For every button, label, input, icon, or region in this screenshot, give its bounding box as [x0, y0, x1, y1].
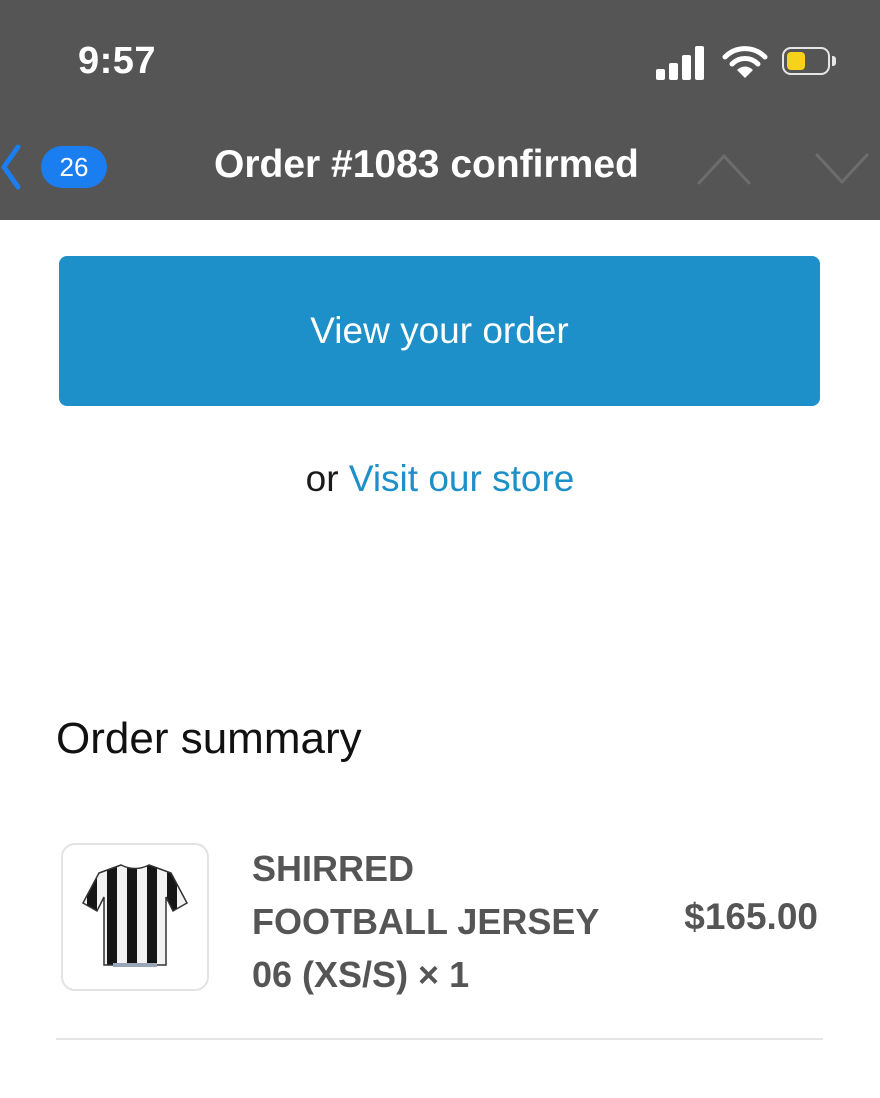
chevron-up-icon[interactable] — [696, 152, 752, 186]
product-name-line: SHIRRED — [252, 848, 415, 889]
product-name: SHIRRED FOOTBALL JERSEY 06 (XS/S) × 1 — [252, 842, 632, 1001]
visit-store-line: or Visit our store — [0, 458, 880, 500]
chevron-down-icon[interactable] — [814, 152, 870, 186]
divider — [56, 1038, 823, 1040]
jersey-image — [81, 864, 189, 967]
product-thumbnail — [61, 843, 209, 991]
product-price: $165.00 — [684, 896, 818, 937]
order-summary-heading: Order summary — [56, 714, 362, 763]
wifi-icon — [722, 46, 768, 78]
status-time: 9:57 — [78, 40, 157, 82]
battery-icon — [782, 47, 838, 77]
product-name-line: FOOTBALL JERSEY — [252, 901, 600, 942]
view-order-button[interactable]: View your order — [59, 256, 820, 406]
message-title: Order #1083 confirmed — [214, 143, 639, 186]
unread-count-badge[interactable]: 26 — [41, 146, 107, 188]
or-text: or — [305, 458, 339, 499]
status-icons — [656, 44, 856, 84]
top-bar: 9:57 26 Order #1083 confirmed — [0, 0, 880, 220]
back-chevron-icon[interactable] — [0, 144, 22, 190]
signal-icon — [656, 44, 708, 80]
product-variant-quantity: 06 (XS/S) × 1 — [252, 954, 470, 995]
visit-store-link[interactable]: Visit our store — [349, 458, 575, 499]
